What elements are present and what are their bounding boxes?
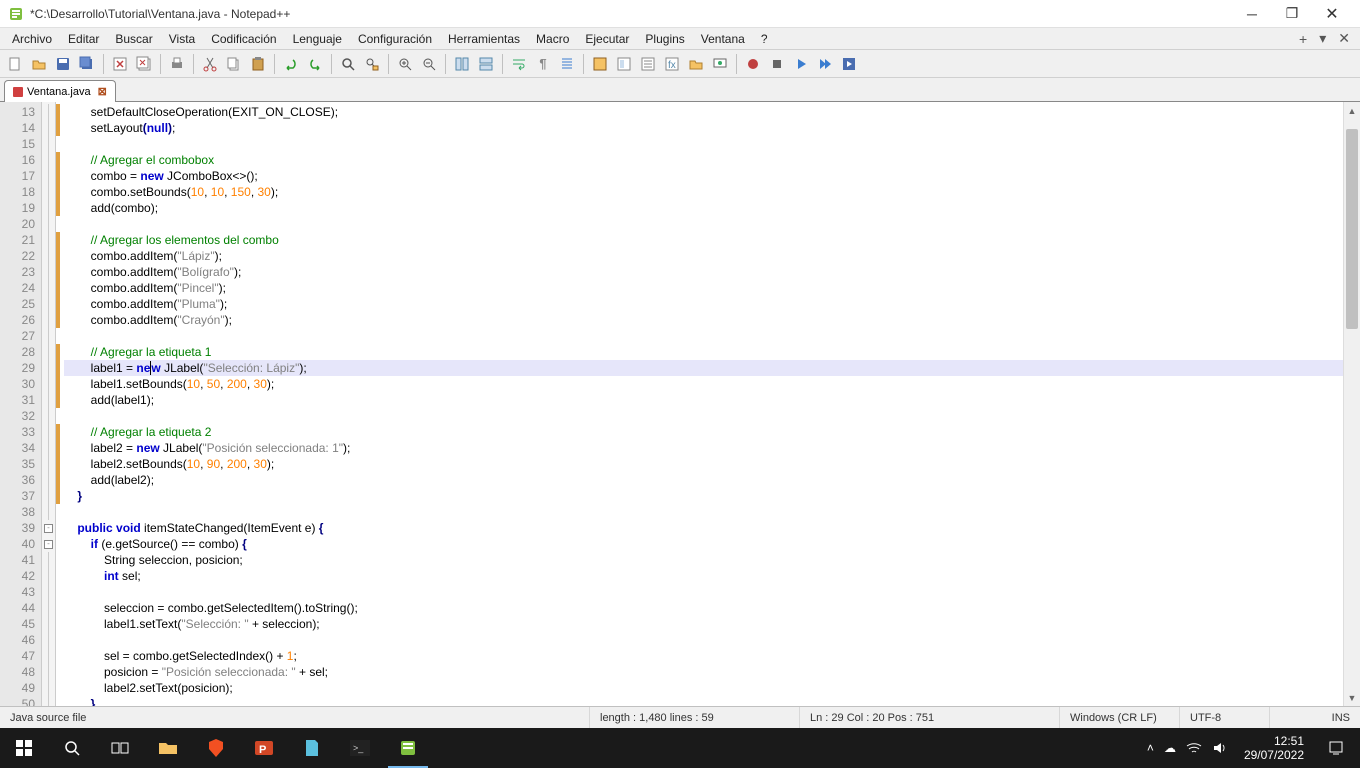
open-file-icon[interactable] [28,53,50,75]
indent-guide-icon[interactable] [556,53,578,75]
task-view-icon[interactable] [96,728,144,768]
notifications-icon[interactable] [1312,728,1360,768]
taskbar-clock[interactable]: 12:51 29/07/2022 [1236,734,1312,762]
menu-help[interactable]: ? [753,30,776,48]
save-icon[interactable] [52,53,74,75]
function-list-icon[interactable]: fx [661,53,683,75]
app-icon [8,6,24,22]
paste-icon[interactable] [247,53,269,75]
terminal-icon[interactable]: >_ [336,728,384,768]
new-file-icon[interactable] [4,53,26,75]
status-insert-mode[interactable]: INS [1322,707,1360,728]
undo-icon[interactable] [280,53,302,75]
menu-editar[interactable]: Editar [60,30,107,48]
menu-ejecutar[interactable]: Ejecutar [577,30,637,48]
monitor-icon[interactable] [709,53,731,75]
statusbar: Java source file length : 1,480 lines : … [0,706,1360,728]
start-button[interactable] [0,728,48,768]
menu-vista[interactable]: Vista [161,30,203,48]
wifi-icon[interactable] [1186,741,1202,755]
svg-text:fx: fx [668,60,676,71]
maximize-button[interactable]: ❐ [1272,0,1312,28]
language-icon[interactable] [589,53,611,75]
save-all-icon[interactable] [76,53,98,75]
file-tab[interactable]: Ventana.java ⊠ [4,80,116,102]
record-macro-icon[interactable] [742,53,764,75]
stop-macro-icon[interactable] [766,53,788,75]
volume-icon[interactable] [1212,741,1226,755]
menu-configuracion[interactable]: Configuración [350,30,440,48]
editor: 1314151617181920212223242526272829303132… [0,102,1360,706]
scroll-down-icon[interactable]: ▼ [1344,689,1360,706]
play-macro-icon[interactable] [790,53,812,75]
copy-icon[interactable] [223,53,245,75]
notepadpp-taskbar-icon[interactable] [384,728,432,768]
minimize-button[interactable]: ─ [1232,0,1272,28]
sync-v-icon[interactable] [451,53,473,75]
redo-icon[interactable] [304,53,326,75]
print-icon[interactable] [166,53,188,75]
show-all-chars-icon[interactable]: ¶ [532,53,554,75]
menu-archivo[interactable]: Archivo [4,30,60,48]
clock-date: 29/07/2022 [1244,748,1304,762]
doc-list-icon[interactable] [637,53,659,75]
tabbar: Ventana.java ⊠ [0,78,1360,102]
file-explorer-icon[interactable] [144,728,192,768]
line-number-gutter: 1314151617181920212223242526272829303132… [0,102,42,706]
code-area[interactable]: setDefaultCloseOperation(EXIT_ON_CLOSE);… [60,102,1343,706]
search-icon[interactable] [48,728,96,768]
tab-label: Ventana.java [27,86,91,98]
zoom-out-icon[interactable] [418,53,440,75]
replace-icon[interactable] [361,53,383,75]
cut-icon[interactable] [199,53,221,75]
close-file-icon[interactable] [109,53,131,75]
powerpoint-icon[interactable]: P [240,728,288,768]
overflow-down-icon[interactable]: ▾ [1313,28,1332,49]
menu-ventana[interactable]: Ventana [693,30,753,48]
scroll-up-icon[interactable]: ▲ [1344,102,1360,119]
overflow-plus-icon[interactable]: + [1293,29,1313,49]
status-encoding[interactable]: UTF-8 [1180,707,1270,728]
app-icon-generic[interactable] [288,728,336,768]
brave-browser-icon[interactable] [192,728,240,768]
menubar: Archivo Editar Buscar Vista Codificación… [0,28,1360,50]
clock-time: 12:51 [1244,734,1304,748]
doc-map-icon[interactable] [613,53,635,75]
play-multi-icon[interactable] [814,53,836,75]
svg-text:P: P [259,744,266,756]
vertical-scrollbar[interactable]: ▲ ▼ [1343,102,1360,706]
status-eol[interactable]: Windows (CR LF) [1060,707,1180,728]
tab-close-icon[interactable]: ⊠ [98,85,107,98]
wordwrap-icon[interactable] [508,53,530,75]
status-filetype: Java source file [0,707,590,728]
close-button[interactable]: ✕ [1312,0,1352,28]
save-macro-icon[interactable] [838,53,860,75]
menu-buscar[interactable]: Buscar [107,30,160,48]
svg-text:>_: >_ [353,743,364,753]
unsaved-indicator-icon [13,87,23,97]
chevron-up-icon[interactable]: ˄ [1147,741,1154,755]
scroll-thumb[interactable] [1346,129,1358,329]
status-position: Ln : 29 Col : 20 Pos : 751 [800,707,1060,728]
onedrive-icon[interactable]: ☁ [1164,741,1176,755]
zoom-in-icon[interactable] [394,53,416,75]
window-title: *C:\Desarrollo\Tutorial\Ventana.java - N… [30,7,290,21]
windows-taskbar: P >_ ˄ ☁ 12:51 29/07/2022 [0,728,1360,768]
window-titlebar: *C:\Desarrollo\Tutorial\Ventana.java - N… [0,0,1360,28]
close-all-icon[interactable] [133,53,155,75]
folder-workspace-icon[interactable] [685,53,707,75]
toolbar: ¶ fx [0,50,1360,78]
menu-plugins[interactable]: Plugins [637,30,692,48]
menu-lenguaje[interactable]: Lenguaje [285,30,350,48]
status-length: length : 1,480 lines : 59 [590,707,800,728]
find-icon[interactable] [337,53,359,75]
menu-codificacion[interactable]: Codificación [203,30,284,48]
system-tray[interactable]: ˄ ☁ [1137,741,1236,755]
fold-column[interactable]: -- [42,102,56,706]
menu-herramientas[interactable]: Herramientas [440,30,528,48]
menu-macro[interactable]: Macro [528,30,577,48]
sync-h-icon[interactable] [475,53,497,75]
overflow-close-icon[interactable]: ✕ [1332,28,1356,49]
